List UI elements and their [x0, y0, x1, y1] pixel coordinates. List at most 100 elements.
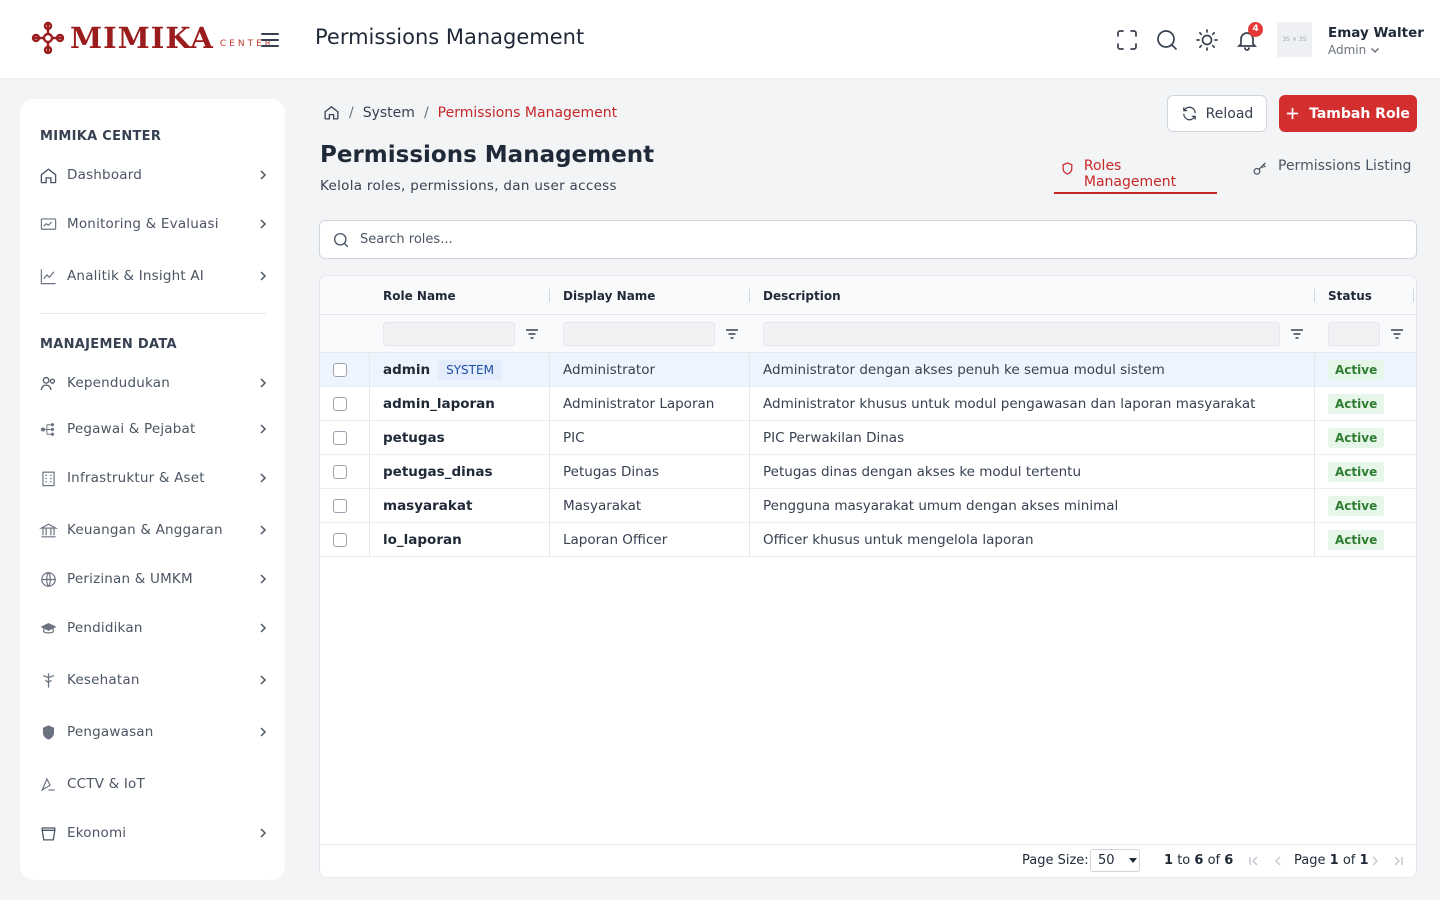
role-description: Administrator dengan akses penuh ke semu…: [763, 362, 1165, 378]
table-row[interactable]: petugas_dinas Petugas Dinas Petugas dina…: [320, 455, 1416, 489]
chevron-right-icon: [260, 574, 267, 584]
table-row[interactable]: admin_laporan Administrator Laporan Admi…: [320, 387, 1416, 421]
brand-name: MIMIKA: [70, 21, 214, 55]
sidebar-item-analitik[interactable]: Analitik & Insight AI: [38, 261, 268, 291]
cell-border: [749, 489, 750, 523]
sidebar-item-kependudukan[interactable]: Kependudukan: [38, 368, 268, 398]
display-name: Administrator: [563, 362, 656, 378]
sidebar-item-pegawai[interactable]: Pegawai & Pejabat: [38, 414, 268, 444]
status-badge: Active: [1328, 394, 1385, 414]
filter-icon[interactable]: [725, 327, 739, 341]
sidebar-item-dashboard[interactable]: Dashboard: [38, 160, 268, 190]
filter-icon[interactable]: [1290, 327, 1304, 341]
tab-permissions-listing[interactable]: Permissions Listing: [1252, 156, 1417, 194]
reload-button[interactable]: Reload: [1167, 95, 1267, 132]
caduceus-icon: [38, 670, 58, 690]
filter-input-description[interactable]: [763, 322, 1280, 346]
sidebar-item-keuangan[interactable]: Keuangan & Anggaran: [38, 515, 268, 545]
add-role-button[interactable]: Tambah Role: [1279, 95, 1417, 132]
column-resize-handle[interactable]: [1413, 289, 1414, 302]
column-header-role-name[interactable]: Role Name: [383, 289, 456, 303]
cell-border: [1314, 455, 1315, 489]
row-checkbox[interactable]: [333, 533, 347, 547]
next-page-icon[interactable]: [1368, 854, 1382, 868]
previous-page-icon[interactable]: [1271, 854, 1285, 868]
menu-toggle-button[interactable]: [259, 30, 281, 50]
sidebar-item-kesehatan[interactable]: Kesehatan: [38, 665, 268, 695]
breadcrumb-separator: /: [349, 104, 354, 121]
table-row[interactable]: admin SYSTEM Administrator Administrator …: [320, 353, 1416, 387]
cell-border: [369, 387, 370, 421]
theme-toggle-icon[interactable]: [1195, 28, 1219, 52]
first-page-icon[interactable]: [1247, 854, 1261, 868]
table-row[interactable]: petugas PIC PIC Perwakilan Dinas Active: [320, 421, 1416, 455]
filter-input-status[interactable]: [1328, 322, 1380, 346]
roles-table: Role Name Display Name Description Statu…: [319, 275, 1417, 878]
cell-border: [549, 455, 550, 489]
building-icon: [38, 468, 58, 488]
sidebar-item-infrastruktur[interactable]: Infrastruktur & Aset: [38, 463, 268, 493]
column-header-display-name[interactable]: Display Name: [563, 289, 655, 303]
display-name: PIC: [563, 430, 585, 446]
breadcrumb-system[interactable]: System: [363, 105, 415, 121]
column-header-status[interactable]: Status: [1328, 289, 1372, 303]
cell-border: [1314, 489, 1315, 523]
page-size-select[interactable]: 50: [1090, 849, 1140, 872]
sidebar-item-pendidikan[interactable]: Pendidikan: [38, 613, 268, 643]
row-checkbox[interactable]: [333, 499, 347, 513]
table-row[interactable]: masyarakat Masyarakat Pengguna masyaraka…: [320, 489, 1416, 523]
last-page-icon[interactable]: [1391, 854, 1405, 868]
search-roles-input[interactable]: [360, 232, 1260, 247]
row-checkbox[interactable]: [333, 397, 347, 411]
brand-logo[interactable]: MIMIKA CENTER: [30, 20, 274, 56]
column-resize-handle[interactable]: [549, 289, 550, 302]
filter-icon[interactable]: [525, 327, 539, 341]
breadcrumb-current: Permissions Management: [437, 104, 618, 121]
table-row[interactable]: lo_laporan Laporan Officer Officer khusu…: [320, 523, 1416, 557]
chevron-right-icon: [260, 727, 267, 737]
cell-border: [549, 387, 550, 421]
role-name: petugas_dinas: [383, 464, 493, 480]
chevron-right-icon: [260, 219, 267, 229]
chevron-right-icon: [260, 675, 267, 685]
sidebar-item-pengawasan[interactable]: Pengawasan: [38, 717, 268, 747]
cctv-icon: [38, 774, 58, 794]
cell-border: [549, 353, 550, 387]
sidebar-item-monitoring[interactable]: Monitoring & Evaluasi: [38, 209, 268, 239]
status-badge: Active: [1328, 462, 1385, 482]
avatar[interactable]: 35 × 35: [1277, 22, 1312, 57]
user-name[interactable]: Emay Walter: [1328, 25, 1424, 41]
globe-icon: [38, 569, 58, 589]
chevron-right-icon: [260, 525, 267, 535]
sidebar-item-cctv[interactable]: CCTV & IoT: [38, 769, 268, 799]
filter-input-role-name[interactable]: [383, 322, 515, 346]
home-icon: [38, 165, 58, 185]
cell-border: [749, 455, 750, 489]
key-icon: [1253, 162, 1266, 175]
column-resize-handle[interactable]: [749, 289, 750, 302]
chevron-right-icon: [260, 828, 267, 838]
menu-line: [261, 33, 279, 35]
row-checkbox[interactable]: [333, 431, 347, 445]
filter-input-display-name[interactable]: [563, 322, 715, 346]
sidebar-item-ekonomi[interactable]: Ekonomi: [38, 818, 268, 848]
column-header-description[interactable]: Description: [763, 289, 841, 303]
filter-icon[interactable]: [1390, 327, 1404, 341]
search-roles-field[interactable]: [319, 220, 1417, 259]
home-icon[interactable]: [323, 104, 340, 121]
row-checkbox[interactable]: [333, 363, 347, 377]
range-of-word: of: [1207, 853, 1221, 868]
graduation-cap-icon: [38, 618, 58, 638]
tab-roles-management[interactable]: Roles Management: [1054, 156, 1217, 194]
breadcrumb-separator: /: [423, 104, 429, 121]
sidebar-section-title: MANAJEMEN DATA: [40, 337, 177, 352]
column-resize-handle[interactable]: [1314, 289, 1315, 302]
sidebar-item-label: Keuangan & Anggaran: [67, 522, 223, 538]
sidebar-item-label: Kependudukan: [67, 375, 170, 391]
row-checkbox[interactable]: [333, 465, 347, 479]
fullscreen-icon[interactable]: [1115, 28, 1139, 52]
user-role-dropdown[interactable]: Admin: [1328, 43, 1380, 57]
sidebar-item-perizinan[interactable]: Perizinan & UMKM: [38, 564, 268, 594]
search-icon[interactable]: [1155, 28, 1179, 52]
display-name: Masyarakat: [563, 498, 642, 514]
